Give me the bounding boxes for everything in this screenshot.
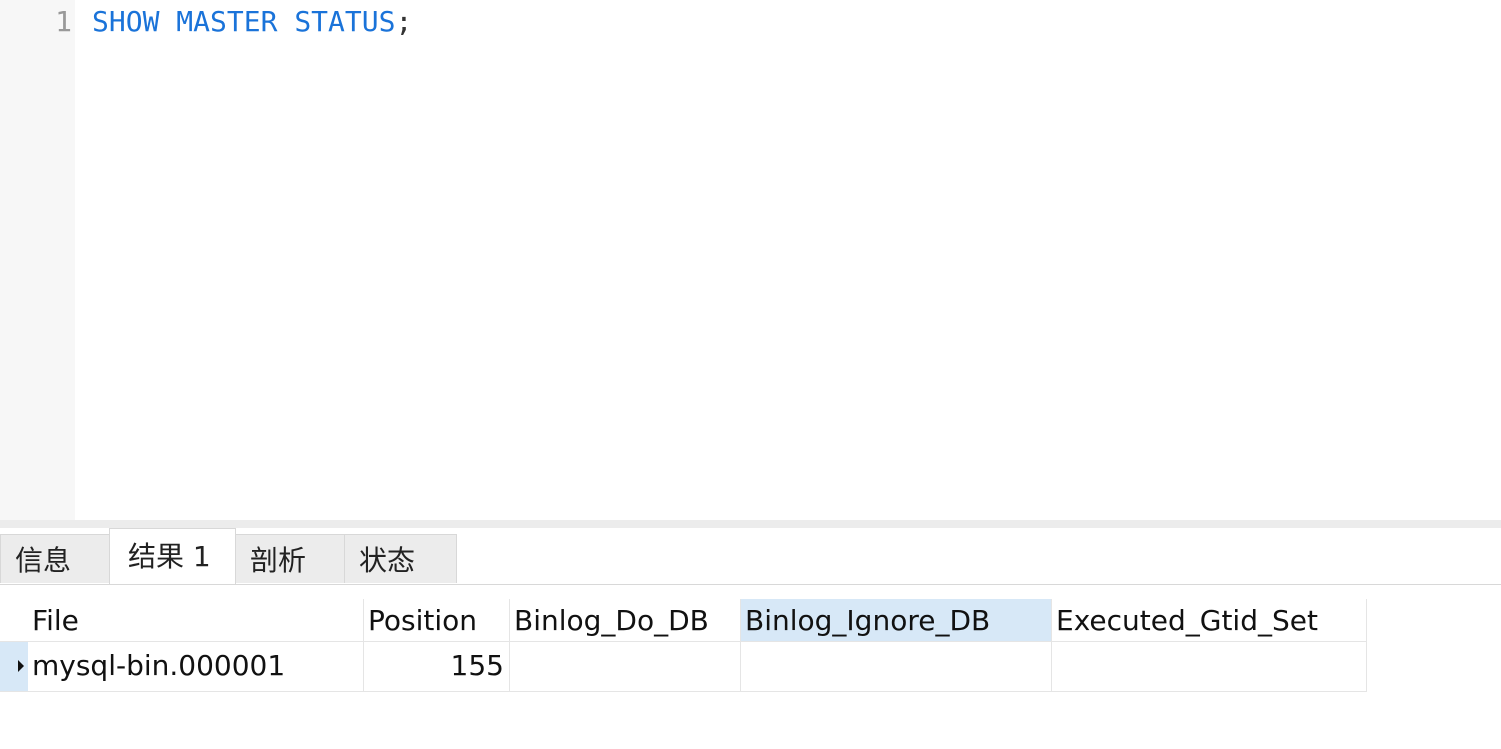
column-header-binlog-do-db[interactable]: Binlog_Do_DB [510,599,741,642]
grid-header-row: File Position Binlog_Do_DB Binlog_Ignore… [0,599,1367,642]
column-header-file[interactable]: File [28,599,364,642]
sql-keyword-status: STATUS [294,5,396,38]
row-selector[interactable] [0,642,28,692]
header-corner [0,599,28,642]
cell-position[interactable]: 155 [364,642,510,692]
current-row-arrow-icon [18,660,24,672]
table-row[interactable]: mysql-bin.000001 155 [0,642,1367,692]
tab-result-1[interactable]: 结果 1 [109,528,236,584]
cell-binlog-ignore-db[interactable] [741,642,1052,692]
line-number-gutter: 1 [0,0,75,520]
column-header-binlog-ignore-db[interactable]: Binlog_Ignore_DB [741,599,1052,642]
cell-binlog-do-db[interactable] [510,642,741,692]
pane-splitter[interactable] [0,520,1501,528]
sql-editor[interactable]: 1 SHOW MASTER STATUS; [0,0,1501,520]
sql-terminator: ; [395,5,413,38]
cell-file[interactable]: mysql-bin.000001 [28,642,364,692]
result-tabs: 信息 结果 1 剖析 状态 [0,528,1501,585]
tab-info[interactable]: 信息 [0,534,110,583]
column-header-position[interactable]: Position [364,599,510,642]
line-number: 1 [55,5,72,38]
tab-profile[interactable]: 剖析 [235,534,345,583]
code-line[interactable]: SHOW MASTER STATUS; [92,5,412,39]
sql-keyword-master: MASTER [176,5,278,38]
sql-keyword-show: SHOW [92,5,160,38]
tab-status[interactable]: 状态 [344,534,457,583]
result-grid: File Position Binlog_Do_DB Binlog_Ignore… [0,599,1367,692]
column-header-executed-gtid-set[interactable]: Executed_Gtid_Set [1052,599,1367,642]
cell-executed-gtid-set[interactable] [1052,642,1367,692]
